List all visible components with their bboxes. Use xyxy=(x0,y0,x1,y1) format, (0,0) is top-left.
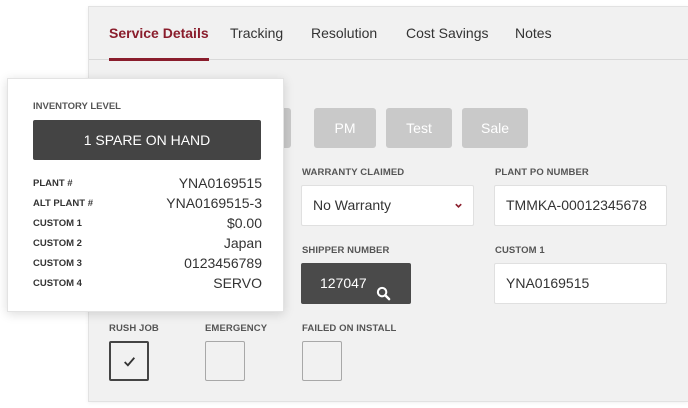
checkmark-icon xyxy=(124,357,136,367)
shipper-number-value: 127047 xyxy=(320,275,367,291)
emergency-checkbox[interactable] xyxy=(205,341,245,381)
failed-on-install-checkbox[interactable] xyxy=(302,341,342,381)
inventory-row-key: CUSTOM 4 xyxy=(33,278,82,289)
failed-on-install-label: FAILED ON INSTALL xyxy=(302,323,397,334)
inventory-level-title: INVENTORY LEVEL xyxy=(33,101,121,112)
inventory-row-value: Japan xyxy=(223,235,262,251)
plant-po-number-label: PLANT PO NUMBER xyxy=(495,167,589,178)
search-icon xyxy=(376,276,391,301)
inventory-row-key: CUSTOM 3 xyxy=(33,258,82,269)
shipper-number-label: SHIPPER NUMBER xyxy=(302,245,390,256)
custom-1-field[interactable]: YNA0169515 xyxy=(494,263,667,304)
plant-po-number-field[interactable]: TMMKA-00012345678 xyxy=(494,185,667,226)
warranty-claimed-value: No Warranty xyxy=(313,197,392,213)
tab-cost-savings[interactable]: Cost Savings xyxy=(406,7,488,60)
warranty-claimed-select[interactable]: No Warranty xyxy=(301,185,474,226)
spare-on-hand-badge[interactable]: 1 SPARE ON HAND xyxy=(33,120,261,160)
chevron-down-icon xyxy=(454,186,463,227)
shipper-number-button[interactable]: 127047 xyxy=(301,263,411,304)
rush-job-label: RUSH JOB xyxy=(109,323,159,334)
emergency-label: EMERGENCY xyxy=(205,323,268,334)
inventory-row-value: $0.00 xyxy=(226,215,262,231)
inventory-row-value: YNA0169515 xyxy=(178,175,262,191)
service-type-test[interactable]: Test xyxy=(386,108,452,148)
inventory-row-value: 0123456789 xyxy=(184,255,262,271)
inventory-row: CUSTOM 2 Japan xyxy=(33,235,262,253)
inventory-row: CUSTOM 1 $0.00 xyxy=(33,215,262,233)
inventory-row: CUSTOM 3 0123456789 xyxy=(33,255,262,273)
inventory-row-value: SERVO xyxy=(213,275,262,291)
inventory-row-key: CUSTOM 2 xyxy=(33,238,82,249)
tab-tracking[interactable]: Tracking xyxy=(230,7,283,60)
inventory-row: ALT PLANT # YNA0169515-3 xyxy=(33,195,262,213)
inventory-row: CUSTOM 4 SERVO xyxy=(33,275,262,293)
rush-job-checkbox[interactable] xyxy=(109,341,149,381)
inventory-row-key: PLANT # xyxy=(33,178,73,189)
tab-notes[interactable]: Notes xyxy=(515,7,552,60)
custom-1-label: CUSTOM 1 xyxy=(495,245,545,256)
tab-bar: Service Details Tracking Resolution Cost… xyxy=(89,7,688,61)
service-type-pm[interactable]: PM xyxy=(314,108,376,148)
inventory-row-key: CUSTOM 1 xyxy=(33,218,82,229)
warranty-claimed-label: WARRANTY CLAIMED xyxy=(302,167,405,178)
service-type-sale[interactable]: Sale xyxy=(462,108,528,148)
inventory-row-value: YNA0169515-3 xyxy=(166,195,262,211)
inventory-row-key: ALT PLANT # xyxy=(33,198,93,209)
tab-service-details[interactable]: Service Details xyxy=(109,7,209,61)
inventory-row: PLANT # YNA0169515 xyxy=(33,175,262,193)
tab-resolution[interactable]: Resolution xyxy=(311,7,377,60)
inventory-popup: INVENTORY LEVEL 1 SPARE ON HAND PLANT # … xyxy=(7,78,284,312)
